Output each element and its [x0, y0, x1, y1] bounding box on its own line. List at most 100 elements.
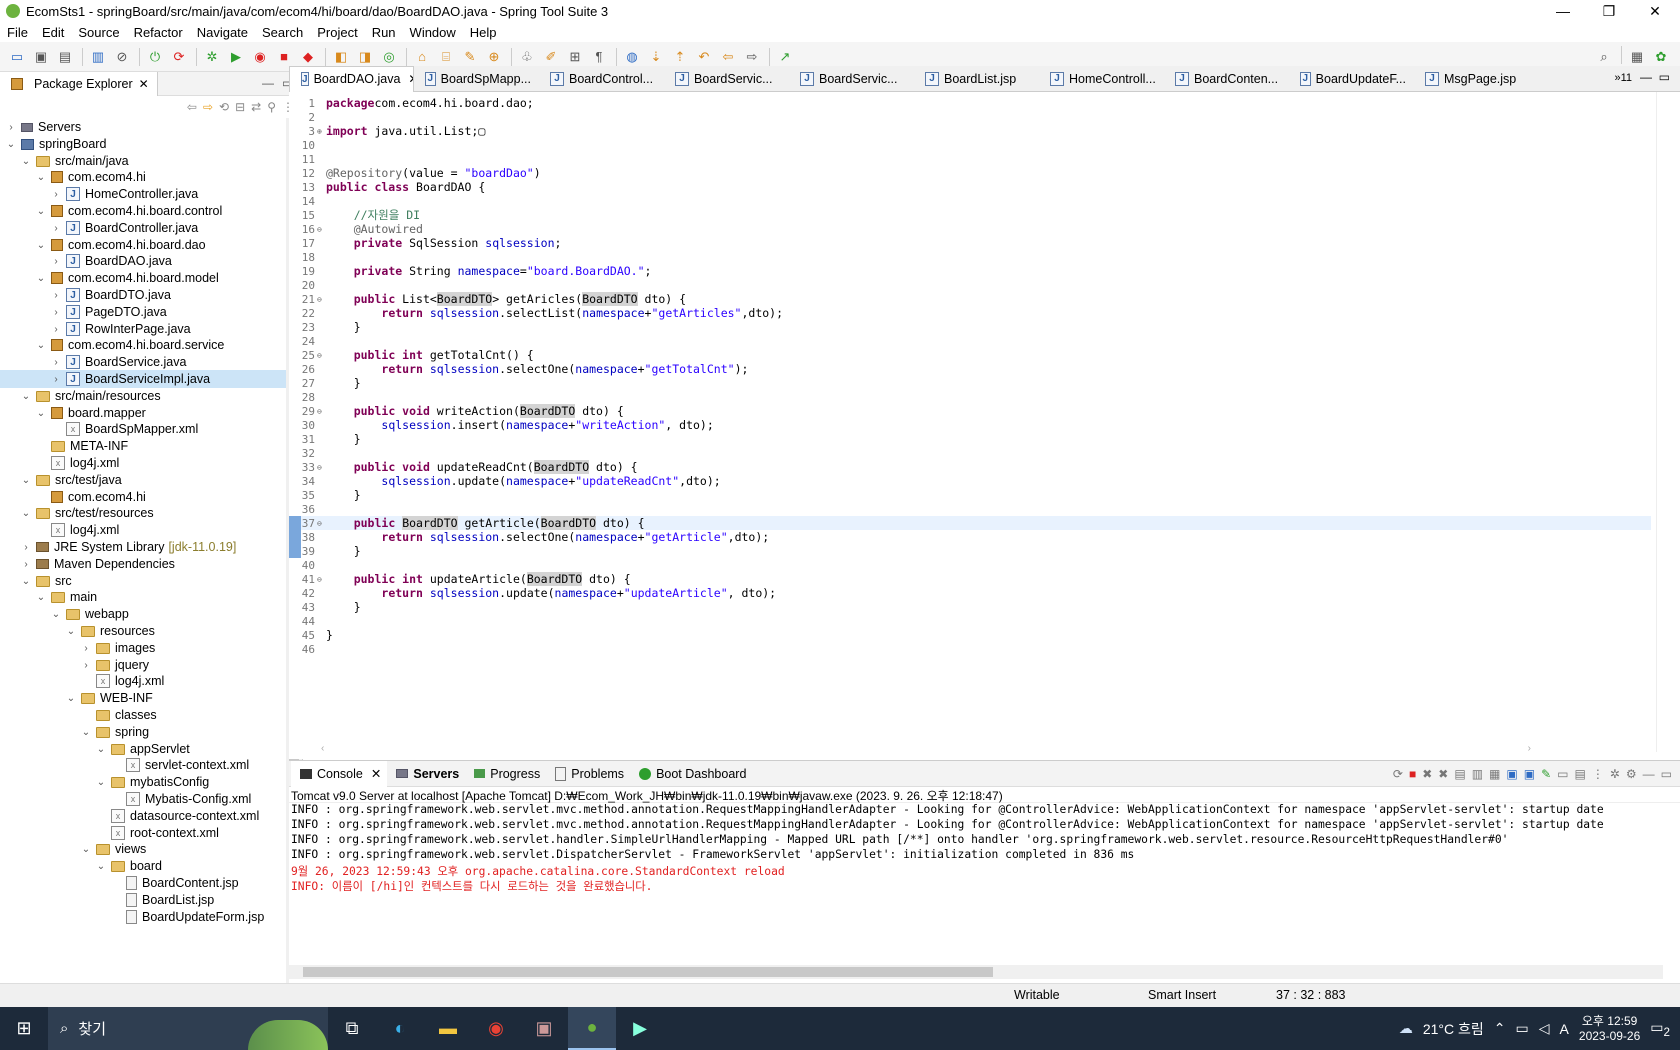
editor-tab[interactable]: JBoardDAO.java✕	[289, 65, 414, 92]
settings-icon[interactable]: ⚙	[1626, 767, 1637, 781]
collapse-arrow-icon[interactable]: ⌄	[19, 508, 33, 519]
open-perspective-icon[interactable]: ▦	[1626, 46, 1648, 68]
editor-tab[interactable]: J BoardList.jsp	[914, 66, 1039, 92]
open-resource-icon[interactable]: ⌸	[435, 46, 457, 68]
code-line[interactable]: 18	[289, 250, 1651, 264]
last-edit-location-icon[interactable]: ↶	[693, 46, 715, 68]
scroll-left-icon[interactable]: ‹	[321, 743, 324, 754]
scroll-lock-icon[interactable]: ▥	[1472, 767, 1483, 781]
tree-item[interactable]: x log4j.xml	[0, 454, 286, 472]
new-icon[interactable]: ▭	[6, 46, 28, 68]
tab-overflow[interactable]: »11	[1614, 72, 1632, 84]
code-line[interactable]: 31 }	[289, 432, 1651, 446]
menu-window[interactable]: Window	[403, 25, 463, 40]
collapse-arrow-icon[interactable]: ⌄	[34, 240, 48, 251]
tree-item[interactable]: › Servers	[0, 118, 286, 136]
run-external-icon[interactable]: ◉	[249, 46, 271, 68]
editor-tab[interactable]: J BoardSpMapp...	[414, 66, 539, 92]
tree-item[interactable]: BoardUpdateForm.jsp	[0, 908, 286, 926]
skip-breakpoints-icon[interactable]: ⊘	[111, 46, 133, 68]
code-line[interactable]: 39 }	[289, 544, 1651, 558]
expand-arrow-icon[interactable]: ›	[49, 256, 63, 267]
menu-help[interactable]: Help	[463, 25, 504, 40]
collapse-arrow-icon[interactable]: ⌄	[34, 172, 48, 183]
code-line[interactable]: 25 ⊖ public int getTotalCnt() {	[289, 348, 1651, 362]
spring-perspective-icon[interactable]: ✿	[1650, 46, 1672, 68]
collapse-arrow-icon[interactable]: ⌄	[4, 139, 18, 150]
menu-refactor[interactable]: Refactor	[127, 25, 190, 40]
close-button[interactable]: ✕	[1632, 0, 1678, 22]
code-line[interactable]: 11	[289, 152, 1651, 166]
show-whitespace-icon[interactable]: ¶	[588, 46, 610, 68]
previous-annotation-icon[interactable]: ⇡	[669, 46, 691, 68]
code-line[interactable]: 20	[289, 278, 1651, 292]
fold-toggle-icon[interactable]: ⊖	[317, 519, 325, 528]
search-icon[interactable]: ✎	[459, 46, 481, 68]
task-view-icon[interactable]: ⧉	[328, 1007, 376, 1050]
fold-toggle-icon[interactable]: ⊕	[317, 127, 325, 136]
expand-arrow-icon[interactable]: ›	[19, 542, 33, 553]
chrome-icon[interactable]: ◉	[472, 1007, 520, 1050]
debug-perspective-icon[interactable]: ✲	[1610, 767, 1620, 781]
forward-icon[interactable]: ⇨	[741, 46, 763, 68]
code-line[interactable]: 12 @Repository(value = "boardDao")	[289, 166, 1651, 180]
collapse-arrow-icon[interactable]: ⌄	[34, 273, 48, 284]
collapse-arrow-icon[interactable]: ⌄	[79, 844, 93, 855]
code-line[interactable]: 22 return sqlsession.selectList(namespac…	[289, 306, 1651, 320]
collapse-all-icon[interactable]: ⊟	[235, 100, 245, 114]
minimize-view-icon[interactable]: —	[1643, 767, 1655, 781]
tree-item[interactable]: META-INF	[0, 437, 286, 455]
code-line[interactable]: 15 //자원을 DI	[289, 208, 1651, 222]
terminate-icon[interactable]: ■	[1409, 767, 1416, 781]
save-icon[interactable]: ▣	[30, 46, 52, 68]
editor-tab[interactable]: J HomeControll...	[1039, 66, 1164, 92]
tree-item[interactable]: ⌄ webapp	[0, 605, 286, 623]
tree-item[interactable]: ⌄ com.ecom4.hi	[0, 168, 286, 186]
forward-icon[interactable]: ⇨	[203, 100, 213, 114]
up-icon[interactable]: ⟲	[219, 100, 229, 114]
editor-vertical-scrollbar[interactable]	[1656, 92, 1672, 752]
code-line[interactable]: 35 }	[289, 488, 1651, 502]
maximize-view-icon[interactable]: ▭	[1661, 767, 1672, 781]
tab-boot-dashboard[interactable]: Boot Dashboard	[630, 761, 752, 787]
code-line[interactable]: 30 sqlsession.insert(namespace+"writeAct…	[289, 418, 1651, 432]
new-package-icon[interactable]: ◨	[354, 46, 376, 68]
volume-icon[interactable]: ◁	[1539, 1020, 1550, 1037]
minimize-button[interactable]: —	[1540, 0, 1586, 22]
maximize-editor-icon[interactable]: ▭	[1659, 70, 1670, 84]
open-task-icon[interactable]: ⊕	[483, 46, 505, 68]
tree-item[interactable]: x log4j.xml	[0, 672, 286, 690]
display-console-icon[interactable]: ▭	[1557, 767, 1568, 781]
code-line[interactable]: 43 }	[289, 600, 1651, 614]
code-line[interactable]: 26 return sqlsession.selectOne(namespace…	[289, 362, 1651, 376]
next-annotation-icon[interactable]: ⇣	[645, 46, 667, 68]
code-line[interactable]: 44	[289, 614, 1651, 628]
menu-source[interactable]: Source	[71, 25, 126, 40]
tree-item[interactable]: ⌄ src/main/resources	[0, 387, 286, 405]
tree-item[interactable]: x BoardSpMapper.xml	[0, 420, 286, 438]
tree-item[interactable]: › J BoardDAO.java	[0, 252, 286, 270]
tree-item[interactable]: › Maven Dependencies	[0, 555, 286, 573]
tree-item[interactable]: › J BoardController.java	[0, 219, 286, 237]
clear-console-icon[interactable]: ▤	[1454, 767, 1465, 781]
expand-arrow-icon[interactable]: ›	[49, 307, 63, 318]
save-all-icon[interactable]: ▤	[54, 46, 76, 68]
back-icon[interactable]: ⇦	[187, 100, 197, 114]
minimize-view-icon[interactable]: —	[262, 76, 274, 90]
collapse-arrow-icon[interactable]: ⌄	[49, 609, 63, 620]
code-line[interactable]: 1 packagecom.ecom4.hi.board.dao;	[289, 96, 1651, 110]
editor-tab[interactable]: J MsgPage.jsp	[1414, 66, 1539, 92]
media-app-icon[interactable]: ▶	[616, 1007, 664, 1050]
code-line[interactable]: 27 }	[289, 376, 1651, 390]
code-line[interactable]: 32	[289, 446, 1651, 460]
ime-indicator[interactable]: A	[1560, 1021, 1569, 1037]
tree-item[interactable]: BoardContent.jsp	[0, 874, 286, 892]
code-line[interactable]: 38 return sqlsession.selectOne(namespace…	[289, 530, 1651, 544]
expand-arrow-icon[interactable]: ›	[49, 374, 63, 385]
collapse-arrow-icon[interactable]: ⌄	[94, 744, 108, 755]
clock[interactable]: 오후 12:59 2023-09-26	[1579, 1014, 1640, 1044]
code-line[interactable]: 45}	[289, 628, 1651, 642]
windows-start-icon[interactable]: ⊞	[0, 1018, 48, 1039]
tree-item[interactable]: › JRE System Library [jdk-11.0.19]	[0, 538, 286, 556]
collapse-arrow-icon[interactable]: ⌄	[34, 340, 48, 351]
